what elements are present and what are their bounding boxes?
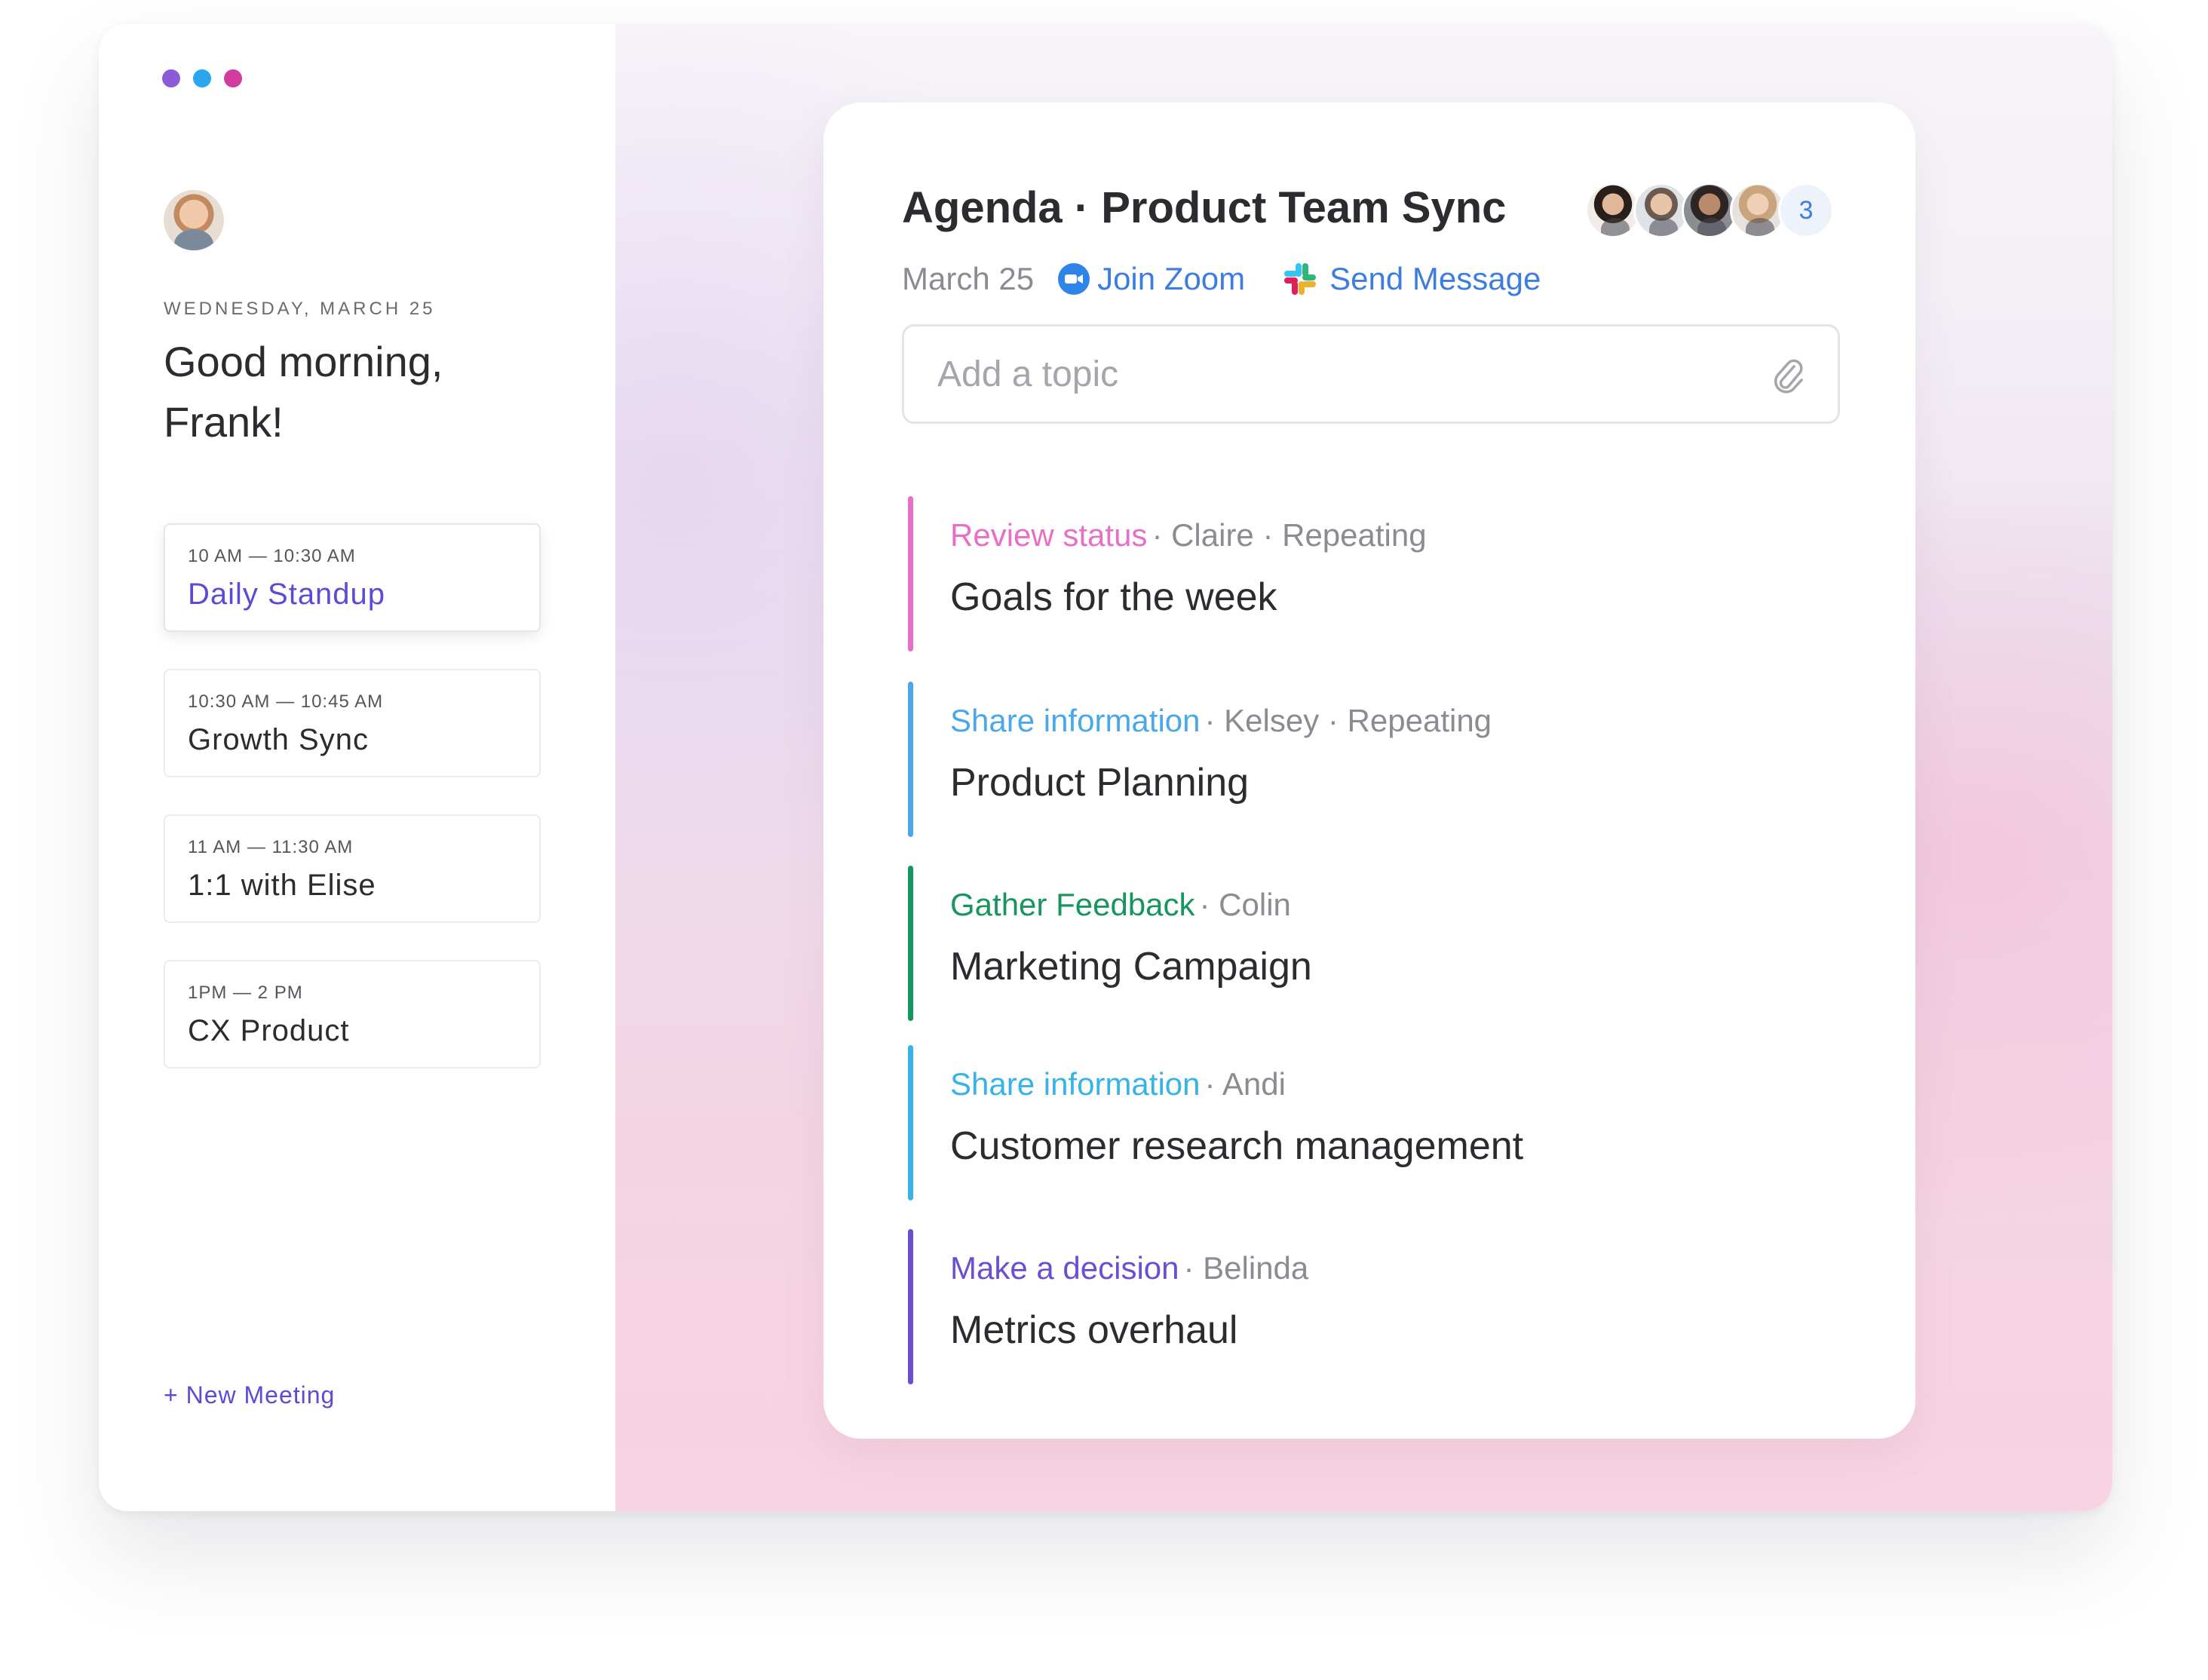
agenda-item-meta: Share information · Kelsey · Repeating — [950, 703, 1492, 739]
attendee-avatar[interactable] — [1585, 182, 1641, 238]
agenda-item-kind: Share information — [950, 1066, 1201, 1102]
paperclip-icon[interactable] — [1771, 354, 1805, 394]
agenda-item-topic: Metrics overhaul — [950, 1308, 1238, 1352]
agenda-item-kind: Make a decision — [950, 1250, 1179, 1286]
join-zoom-label: Join Zoom — [1097, 261, 1246, 296]
send-message-link[interactable]: Send Message — [1283, 261, 1541, 297]
main-area: Agenda · Product Team Sync 3 March 25 Jo… — [615, 24, 2112, 1511]
agenda-item-topic: Customer research management — [950, 1124, 1524, 1168]
agenda-item[interactable]: Review status · Claire · Repeating Goals … — [908, 496, 1813, 651]
meeting-card-1on1-elise[interactable]: 11 AM — 11:30 AM 1:1 with Elise — [164, 814, 541, 923]
slack-icon — [1284, 263, 1317, 295]
agenda-panel: Agenda · Product Team Sync 3 March 25 Jo… — [823, 103, 1915, 1439]
agenda-item-meta: Share information · Andi — [950, 1066, 1286, 1102]
app-window: WEDNESDAY, MARCH 25 Good morning, Frank!… — [99, 24, 2112, 1511]
window-dot-blue[interactable] — [193, 69, 211, 87]
agenda-item-kind: Share information — [950, 703, 1201, 738]
agenda-item[interactable]: Make a decision · Belinda Metrics overhau… — [908, 1229, 1813, 1384]
meeting-title: Daily Standup — [188, 578, 386, 611]
agenda-item-kind: Gather Feedback — [950, 887, 1195, 922]
user-avatar[interactable] — [164, 190, 224, 250]
agenda-item-meta: Gather Feedback · Colin — [950, 887, 1291, 923]
attendee-avatar[interactable] — [1682, 182, 1737, 238]
agenda-item-kind: Review status — [950, 517, 1148, 553]
agenda-item[interactable]: Share information · Andi Customer researc… — [908, 1045, 1813, 1200]
attendee-avatars[interactable]: 3 — [1585, 182, 1842, 240]
add-topic-input[interactable] — [937, 353, 1691, 395]
agenda-subrow: March 25 Join Zoom Send Message — [902, 261, 1541, 297]
agenda-item[interactable]: Gather Feedback · Colin Marketing Campaig… — [908, 866, 1813, 1021]
agenda-item-details: · Andi — [1204, 1066, 1286, 1102]
send-message-label: Send Message — [1329, 261, 1541, 296]
agenda-item[interactable]: Share information · Kelsey · Repeating Pr… — [908, 682, 1813, 837]
meeting-time: 1PM — 2 PM — [188, 983, 303, 1003]
agenda-item-details: · Belinda — [1183, 1250, 1309, 1286]
meeting-title: CX Product — [188, 1014, 350, 1047]
agenda-title: Agenda · Product Team Sync — [902, 183, 1507, 232]
agenda-item-color-bar — [908, 1229, 913, 1384]
meeting-title: Growth Sync — [188, 723, 369, 756]
sidebar: WEDNESDAY, MARCH 25 Good morning, Frank!… — [99, 24, 615, 1511]
agenda-item-color-bar — [908, 496, 913, 651]
window-controls — [162, 69, 242, 87]
new-meeting-button[interactable]: + New Meeting — [164, 1381, 335, 1409]
current-date: WEDNESDAY, MARCH 25 — [164, 299, 436, 319]
meeting-time: 10:30 AM — 10:45 AM — [188, 691, 384, 712]
agenda-item-topic: Marketing Campaign — [950, 945, 1312, 989]
meeting-card-cx-product[interactable]: 1PM — 2 PM CX Product — [164, 960, 541, 1068]
meeting-time: 10 AM — 10:30 AM — [188, 546, 356, 566]
attendee-overflow-count[interactable]: 3 — [1778, 182, 1834, 238]
greeting: Good morning, Frank! — [164, 338, 443, 446]
join-zoom-link[interactable]: Join Zoom — [1058, 261, 1245, 297]
agenda-item-color-bar — [908, 1045, 913, 1200]
agenda-item-meta: Review status · Claire · Repeating — [950, 517, 1427, 553]
meeting-card-growth-sync[interactable]: 10:30 AM — 10:45 AM Growth Sync — [164, 669, 541, 777]
agenda-item-color-bar — [908, 866, 913, 1021]
meeting-title: 1:1 with Elise — [188, 869, 376, 902]
agenda-date: March 25 — [902, 261, 1035, 296]
agenda-item-details: · Colin — [1199, 887, 1291, 922]
agenda-item-topic: Goals for the week — [950, 575, 1277, 619]
window-dot-pink[interactable] — [224, 69, 242, 87]
meeting-time: 11 AM — 11:30 AM — [188, 837, 354, 857]
attendee-avatar[interactable] — [1730, 182, 1786, 238]
attendee-avatar[interactable] — [1633, 182, 1689, 238]
agenda-item-details: · Claire · Repeating — [1152, 517, 1427, 553]
meeting-card-daily-standup[interactable]: 10 AM — 10:30 AM Daily Standup — [164, 523, 541, 632]
zoom-icon — [1058, 263, 1090, 295]
agenda-item-meta: Make a decision · Belinda — [950, 1250, 1308, 1286]
agenda-item-details: · Kelsey · Repeating — [1204, 703, 1492, 738]
agenda-item-color-bar — [908, 682, 913, 837]
window-dot-purple[interactable] — [162, 69, 180, 87]
add-topic-field[interactable] — [902, 324, 1840, 424]
agenda-item-topic: Product Planning — [950, 761, 1250, 805]
